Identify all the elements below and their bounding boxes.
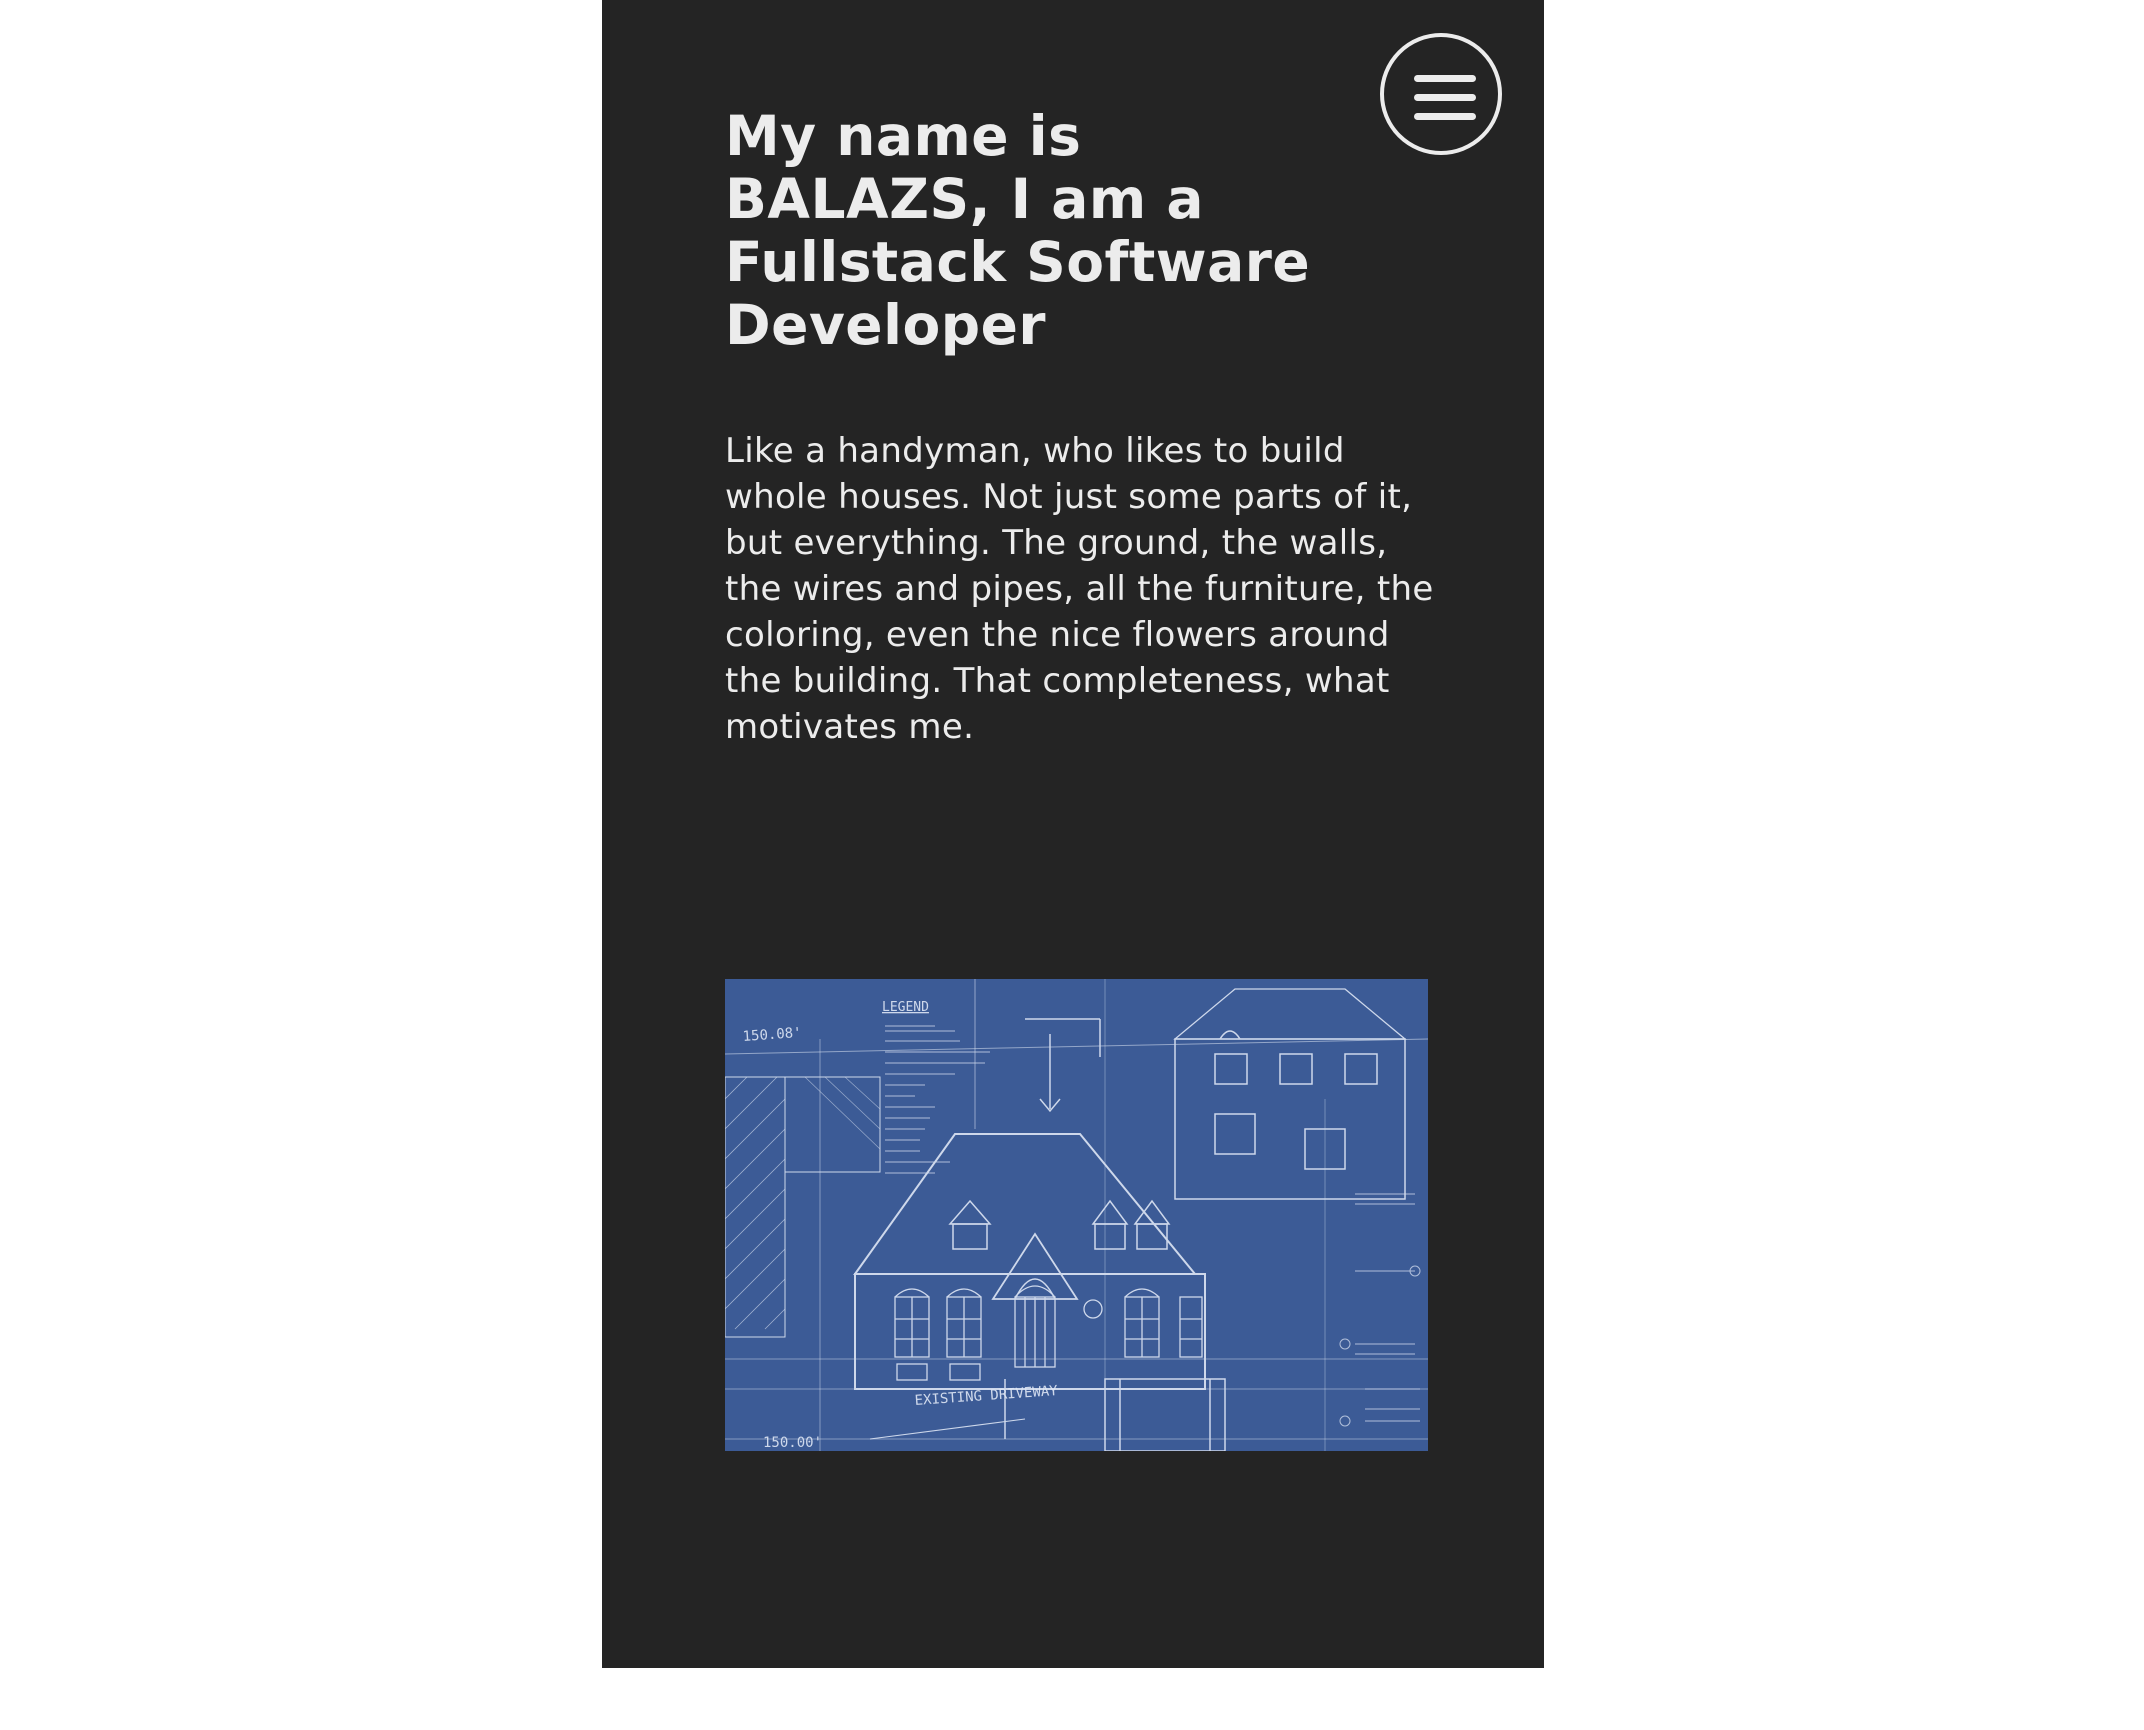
hamburger-menu-icon: [1414, 75, 1476, 82]
blueprint-dimension-bottom: 150.00': [763, 1435, 822, 1451]
intro-paragraph: Like a handyman, who likes to build whol…: [725, 431, 1434, 747]
blueprint-image: LEGEND 150.08' EXISTING DRIVEWAY 150.00': [725, 979, 1428, 1451]
page-title: My name is BALAZS, I am a Fullstack Soft…: [725, 104, 1311, 357]
hamburger-menu-icon-bar: [1414, 94, 1476, 101]
blueprint-dimension-top: 150.08': [742, 1025, 802, 1045]
house-blueprint-illustration: LEGEND 150.08' EXISTING DRIVEWAY 150.00': [725, 979, 1428, 1451]
blueprint-legend-label: LEGEND: [882, 1000, 929, 1015]
menu-button[interactable]: [1380, 33, 1502, 155]
main-panel: My name is BALAZS, I am a Fullstack Soft…: [602, 0, 1544, 1668]
hamburger-menu-icon-bar: [1414, 113, 1476, 120]
blueprint-driveway-label: EXISTING DRIVEWAY: [914, 1383, 1059, 1409]
